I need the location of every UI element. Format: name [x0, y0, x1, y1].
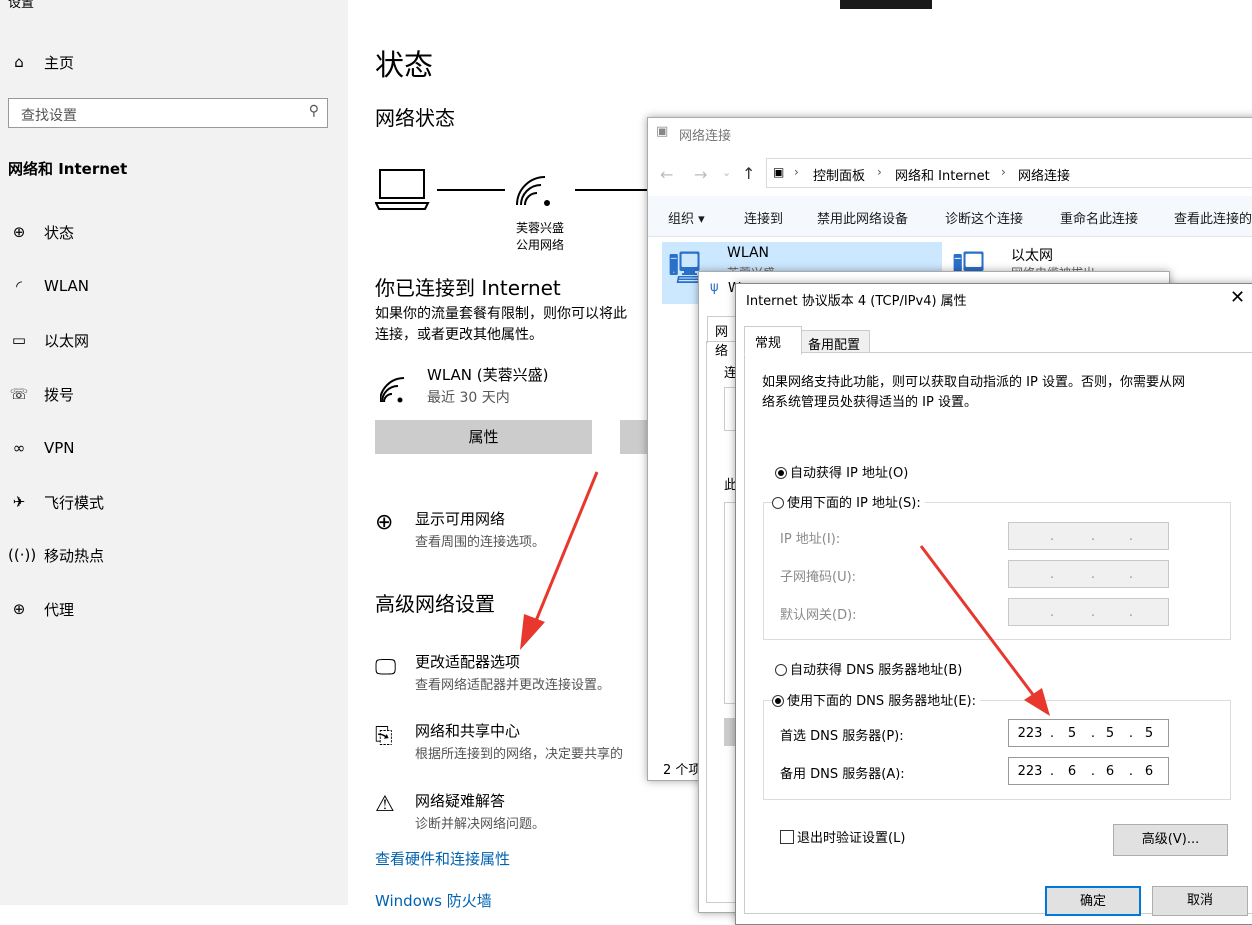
sidebar-item-dialup[interactable]: ☏ 拨号 [8, 374, 74, 414]
control-panel-icon: ▣ [773, 165, 785, 179]
sidebar-item-proxy[interactable]: ⊕ 代理 [8, 589, 74, 629]
intro-text: 如果网络支持此功能，则可以获取自动指派的 IP 设置。否则，你需要从网 络系统管… [762, 375, 1185, 410]
toolbar-view-status[interactable]: 查看此连接的 [1174, 208, 1252, 227]
sidebar-item-airplane[interactable]: ✈ 飞行模式 [8, 482, 104, 522]
manual-ip-radio[interactable]: 使用下面的 IP 地址(S): [772, 492, 925, 511]
ip-address-field[interactable]: ... [1008, 522, 1169, 550]
vpn-icon: ∞ [12, 439, 26, 457]
ok-button[interactable]: 确定 [1045, 886, 1141, 916]
radio-selected-icon [775, 467, 787, 479]
taskbar-fragment [840, 0, 932, 9]
wlan-name: WLAN (芙蓉兴盛) [427, 366, 549, 384]
wifi-icon: ◜ [16, 277, 22, 295]
validate-on-exit-checkbox[interactable]: 退出时验证设置(L) [780, 827, 905, 846]
network-status-heading: 网络状态 [375, 106, 455, 130]
sidebar-item-vpn[interactable]: ∞ VPN [8, 428, 75, 468]
sidebar-title: 设置 [8, 0, 35, 11]
tab-alternate[interactable]: 备用配置 [800, 330, 870, 353]
tab-general[interactable]: 常规 [744, 326, 802, 355]
subnet-mask-label: 子网掩码(U): [780, 570, 857, 585]
ip-address-label: IP 地址(I): [780, 532, 841, 547]
breadcrumb-item[interactable]: 控制面板 [813, 165, 865, 184]
advanced-button[interactable]: 高级(V)... [1113, 824, 1228, 856]
advanced-heading: 高级网络设置 [375, 592, 495, 616]
radio-unselected-icon [772, 497, 784, 509]
dns-group [763, 700, 1231, 800]
radio-unselected-icon [775, 664, 787, 676]
auto-ip-radio[interactable]: 自动获得 IP 地址(O) [775, 462, 908, 481]
toolbar-disable[interactable]: 禁用此网络设备 [817, 208, 908, 227]
section-heading: 网络和 Internet [8, 160, 128, 178]
globe-icon: ⊕ [12, 223, 26, 241]
sidebar-item-ethernet[interactable]: ▭ 以太网 [8, 320, 89, 360]
connected-title: 你已连接到 Internet [375, 276, 561, 300]
show-networks-icon: ⊕ [375, 510, 394, 535]
airplane-icon: ✈ [12, 493, 26, 511]
preferred-dns-field[interactable]: 223 . 5 . 5 . 5 [1008, 719, 1169, 747]
red-arrowhead [520, 614, 545, 650]
close-icon[interactable]: ✕ [1230, 287, 1245, 308]
cancel-button[interactable]: 取消 [1152, 886, 1248, 916]
explorer-status-bar: 2 个项 [663, 763, 702, 778]
gateway-field[interactable]: ... [1008, 598, 1169, 626]
troubleshoot-link[interactable]: 网络疑难解答 诊断并解决网络问题。 [415, 790, 545, 832]
adapter-icon: 🖵 [375, 655, 397, 680]
page-title: 状态 [375, 48, 434, 82]
breadcrumb-item[interactable]: 网络和 Internet [895, 165, 990, 184]
toolbar-organize[interactable]: 组织 ▾ [668, 208, 705, 227]
properties-button[interactable]: 属性 [375, 420, 592, 454]
sidebar-item-status[interactable]: ⊕ 状态 [8, 212, 74, 252]
address-bar[interactable]: ▣ › 控制面板 › 网络和 Internet › 网络连接 [766, 158, 1252, 188]
data-usage-button[interactable] [620, 420, 650, 454]
wlan-signal-icon [379, 372, 412, 408]
sharing-center-link[interactable]: 网络和共享中心 根据所连接到的网络，决定要共享的 [415, 720, 623, 762]
subnet-mask-field[interactable]: ... [1008, 560, 1169, 588]
settings-sidebar: 设置 ⌂ 主页 查找设置 ⚲ 网络和 Internet ⊕ 状态 ◜ WLAN ▭ 以… [0, 0, 348, 905]
manual-dns-radio[interactable]: 使用下面的 DNS 服务器地址(E): [772, 690, 980, 709]
toolbar-diagnose[interactable]: 诊断这个连接 [945, 208, 1023, 227]
toolbar-connect[interactable]: 连接到 [744, 208, 783, 227]
adapter-small-icon: ψ [710, 280, 719, 295]
sidebar-item-wlan[interactable]: ◜ WLAN [8, 266, 89, 306]
change-adapter-link[interactable]: 更改适配器选项 查看网络适配器并更改连接设置。 [415, 651, 610, 693]
sharing-icon: ⎘ [375, 724, 393, 749]
network-name: 芙蓉兴盛 公用网络 [515, 221, 564, 252]
hardware-properties-link[interactable]: 查看硬件和连接属性 [375, 848, 510, 869]
history-chevron-icon[interactable]: ⌄ [722, 166, 731, 179]
explorer-title: 网络连接 [679, 129, 732, 144]
connected-desc: 如果你的流量套餐有限制，则你可以将此 连接，或者更改其他属性。 [375, 306, 627, 343]
preferred-dns-label: 首选 DNS 服务器(P): [780, 729, 904, 744]
firewall-link[interactable]: Windows 防火墙 [375, 890, 492, 911]
radio-selected-icon [772, 695, 784, 707]
search-icon: ⚲ [308, 103, 319, 119]
up-arrow-icon[interactable]: ↑ [742, 164, 755, 183]
back-arrow-icon[interactable]: ← [660, 165, 673, 184]
sidebar-item-home[interactable]: ⌂ 主页 [8, 42, 74, 82]
sidebar-item-hotspot[interactable]: ((·)) 移动热点 [8, 535, 104, 575]
alternate-dns-label: 备用 DNS 服务器(A): [780, 767, 905, 782]
ethernet-icon: ▭ [11, 331, 27, 349]
forward-arrow-icon[interactable]: → [694, 165, 707, 184]
gateway-label: 默认网关(D): [780, 608, 857, 623]
alternate-dns-field[interactable]: 223 . 6 . 6 . 6 [1008, 757, 1169, 785]
checkbox-icon [780, 830, 794, 844]
dialog-title: Internet 协议版本 4 (TCP/IPv4) 属性 [746, 294, 967, 309]
breadcrumb-item[interactable]: 网络连接 [1018, 165, 1070, 184]
dialup-icon: ☏ [9, 385, 29, 403]
wlan-usage: 最近 30 天内 [427, 390, 510, 406]
warning-icon: ⚠ [375, 792, 395, 817]
explorer-icon: ▣ [656, 124, 669, 139]
auto-dns-radio[interactable]: 自动获得 DNS 服务器地址(B) [775, 659, 962, 678]
show-networks-link[interactable]: 显示可用网络 查看周围的连接选项。 [415, 508, 545, 550]
search-input[interactable]: 查找设置 ⚲ [8, 98, 328, 128]
proxy-globe-icon: ⊕ [12, 600, 26, 618]
red-arrow-adapter [531, 471, 599, 629]
home-icon: ⌂ [14, 53, 24, 71]
hotspot-icon: ((·)) [8, 546, 37, 564]
toolbar-rename[interactable]: 重命名此连接 [1060, 208, 1138, 227]
